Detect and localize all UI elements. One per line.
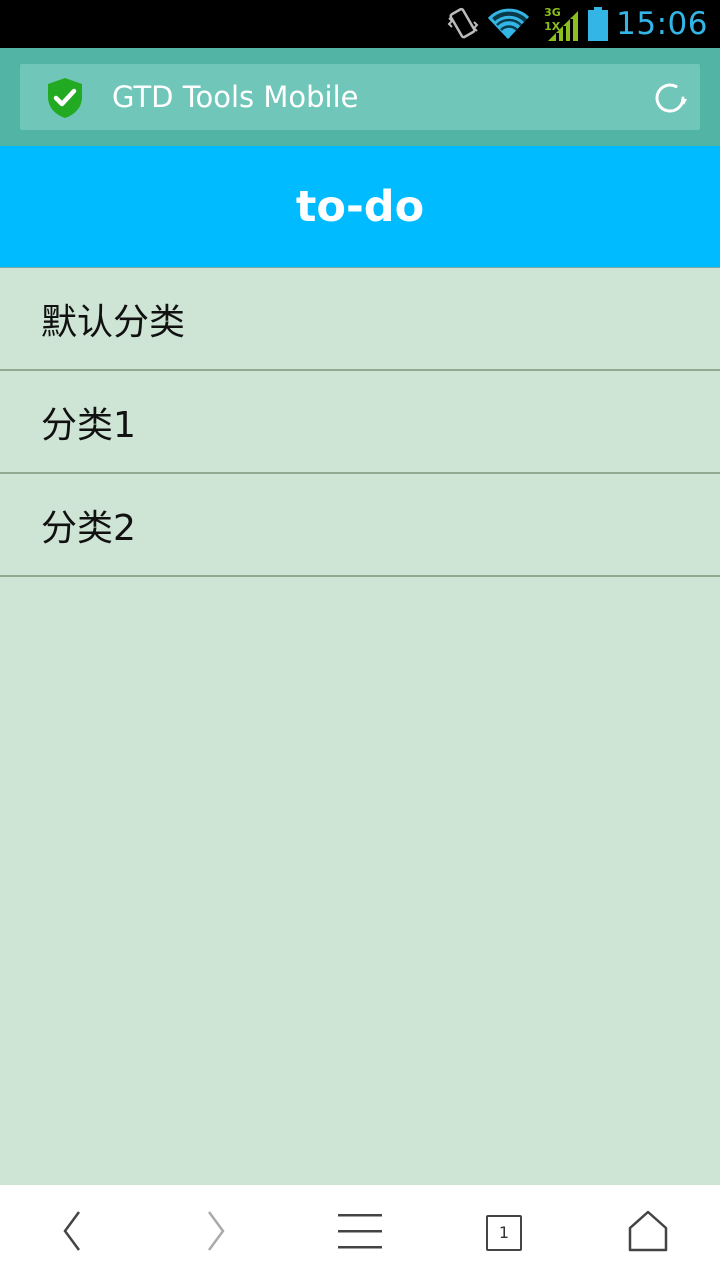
page-header: to-do [0, 146, 720, 268]
menu-icon [338, 1212, 382, 1254]
network-type-bottom: 1X [544, 20, 561, 33]
browser-toolbar: GTD Tools Mobile [0, 48, 720, 146]
category-label: 分类2 [41, 507, 136, 549]
battery-icon [588, 7, 609, 41]
category-label: 分类1 [41, 404, 136, 446]
shield-check-icon[interactable] [46, 77, 84, 119]
status-time: 15:06 [616, 6, 708, 42]
list-item[interactable]: 分类2 [0, 474, 720, 577]
back-button[interactable] [0, 1185, 144, 1280]
signal-icon: 3G 1X [544, 7, 580, 41]
wifi-icon [488, 8, 530, 40]
list-item[interactable]: 默认分类 [0, 268, 720, 371]
network-type-top: 3G [544, 6, 561, 19]
tabs-icon: 1 [486, 1214, 522, 1251]
page-title-in-address-bar[interactable]: GTD Tools Mobile [112, 64, 359, 130]
forward-icon [204, 1209, 228, 1257]
home-button[interactable] [576, 1185, 720, 1280]
menu-button[interactable] [288, 1185, 432, 1280]
category-list: 默认分类 分类1 分类2 [0, 268, 720, 577]
page-title: to-do [295, 181, 425, 232]
tab-count: 1 [498, 1223, 510, 1242]
home-icon [628, 1210, 668, 1256]
forward-button[interactable] [144, 1185, 288, 1280]
list-item[interactable]: 分类1 [0, 371, 720, 474]
category-label: 默认分类 [41, 301, 186, 343]
vibrate-icon [446, 6, 480, 42]
tabs-button[interactable]: 1 [432, 1185, 576, 1280]
address-bar[interactable]: GTD Tools Mobile [20, 64, 700, 130]
status-bar: 3G 1X 15:06 [0, 0, 720, 48]
refresh-icon[interactable] [652, 80, 688, 116]
back-icon [60, 1209, 84, 1257]
bottom-toolbar: 1 [0, 1185, 720, 1280]
